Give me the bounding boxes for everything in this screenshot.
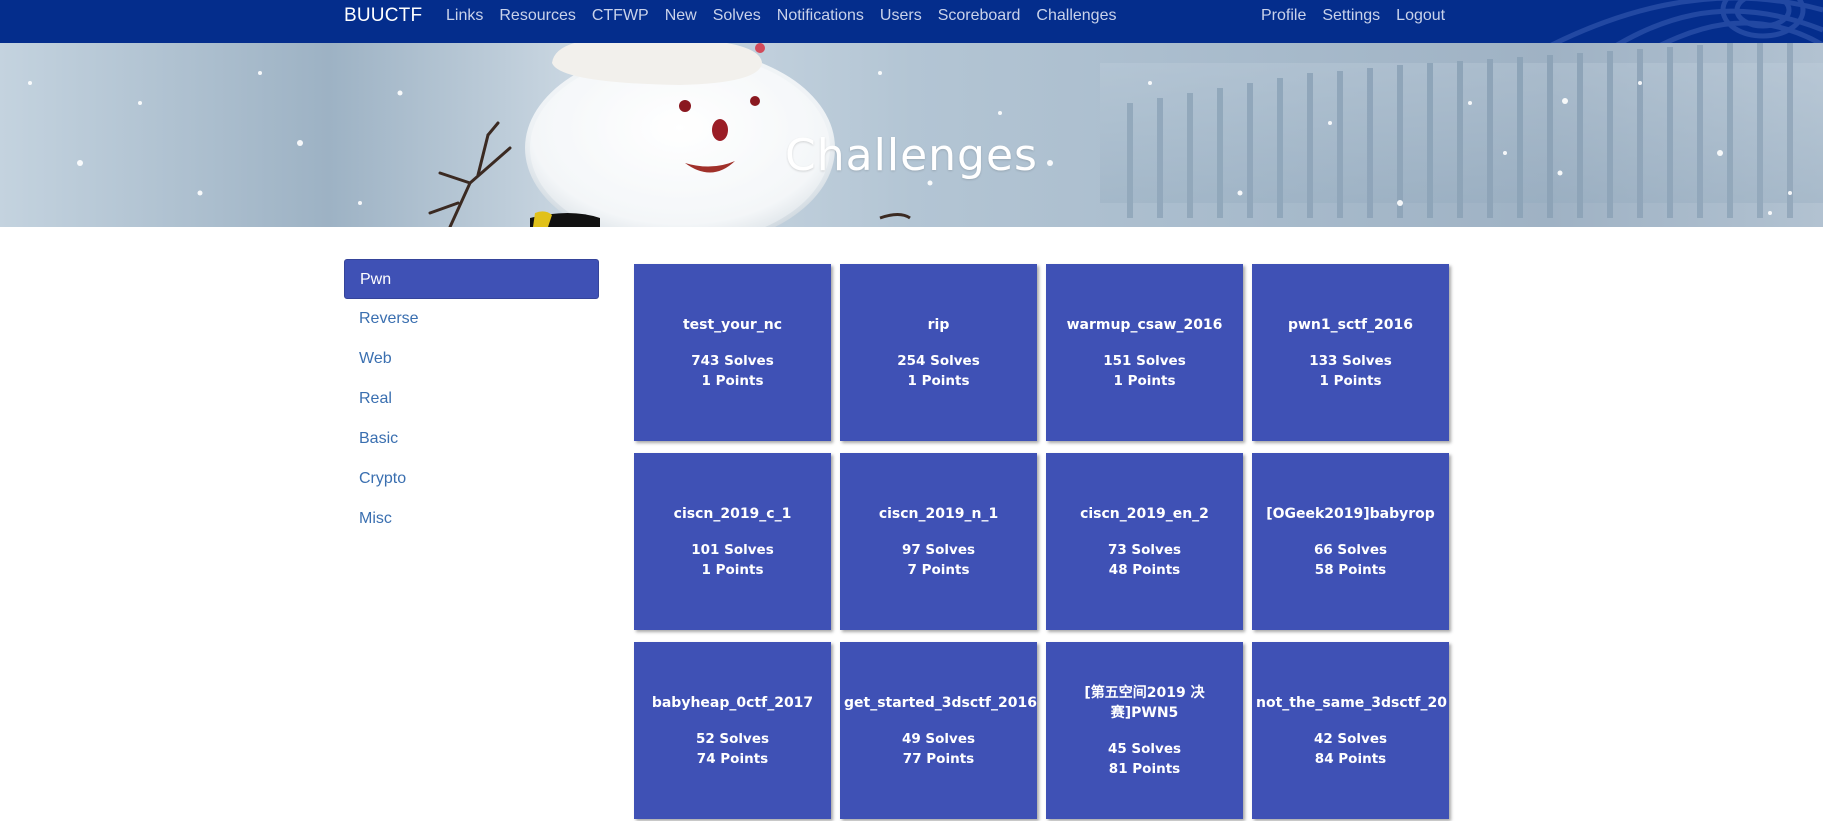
- challenge-card[interactable]: ciscn_2019_n_1 97 Solves 7 Points: [840, 453, 1037, 630]
- category-reverse[interactable]: Reverse: [344, 299, 599, 339]
- nav-link-solves[interactable]: Solves: [713, 8, 761, 24]
- category-pwn[interactable]: Pwn: [344, 259, 599, 299]
- challenge-name: test_your_nc: [682, 316, 783, 333]
- category-web[interactable]: Web: [344, 339, 599, 379]
- challenge-name: babyheap_0ctf_2017: [651, 694, 814, 711]
- challenge-solves: 73 Solves: [1107, 541, 1182, 558]
- challenge-solves: 66 Solves: [1313, 541, 1388, 558]
- nav-link-links[interactable]: Links: [446, 8, 483, 24]
- nav-link-notifications[interactable]: Notifications: [777, 8, 864, 24]
- nav-link-profile[interactable]: Profile: [1261, 8, 1306, 24]
- challenge-card[interactable]: ciscn_2019_c_1 101 Solves 1 Points: [634, 453, 831, 630]
- challenge-points: 48 Points: [1108, 561, 1181, 578]
- challenge-card[interactable]: [第五空间2019 决赛]PWN5 45 Solves 81 Points: [1046, 642, 1243, 819]
- challenge-solves: 151 Solves: [1103, 352, 1186, 369]
- challenge-solves: 101 Solves: [691, 541, 774, 558]
- challenge-card[interactable]: pwn1_sctf_2016 133 Solves 1 Points: [1252, 264, 1449, 441]
- category-basic[interactable]: Basic: [344, 419, 599, 459]
- challenge-grid: test_your_nc 743 Solves 1 Points rip 254…: [634, 264, 1449, 819]
- category-real[interactable]: Real: [344, 379, 599, 419]
- challenge-points: 1 Points: [1113, 372, 1176, 389]
- challenge-points: 1 Points: [701, 372, 764, 389]
- category-crypto[interactable]: Crypto: [344, 459, 599, 499]
- challenge-card[interactable]: test_your_nc 743 Solves 1 Points: [634, 264, 831, 441]
- challenge-name: rip: [927, 316, 950, 333]
- nav-link-scoreboard[interactable]: Scoreboard: [938, 8, 1021, 24]
- challenge-points: 7 Points: [907, 561, 970, 578]
- challenge-points: 77 Points: [902, 750, 975, 767]
- category-misc[interactable]: Misc: [344, 499, 599, 539]
- nav-link-logout[interactable]: Logout: [1396, 8, 1445, 24]
- nav-link-users[interactable]: Users: [880, 8, 922, 24]
- nav-link-new[interactable]: New: [665, 8, 697, 24]
- nav-link-ctfwp[interactable]: CTFWP: [592, 8, 649, 24]
- challenge-solves: 743 Solves: [691, 352, 774, 369]
- challenge-name: ciscn_2019_n_1: [878, 505, 999, 522]
- challenge-name: [第五空间2019 决赛]PWN5: [1084, 684, 1205, 721]
- challenge-card[interactable]: rip 254 Solves 1 Points: [840, 264, 1037, 441]
- challenge-points: 1 Points: [1319, 372, 1382, 389]
- challenge-card[interactable]: not_the_same_3dsctf_20 42 Solves 84 Poin…: [1252, 642, 1449, 819]
- challenge-name: warmup_csaw_2016: [1066, 316, 1223, 333]
- challenge-card[interactable]: get_started_3dsctf_2016 49 Solves 77 Poi…: [840, 642, 1037, 819]
- challenge-name: get_started_3dsctf_2016: [844, 694, 1037, 711]
- challenge-solves: 97 Solves: [901, 541, 976, 558]
- challenge-name: not_the_same_3dsctf_20: [1256, 694, 1447, 711]
- challenge-card[interactable]: warmup_csaw_2016 151 Solves 1 Points: [1046, 264, 1243, 441]
- challenge-points: 81 Points: [1108, 760, 1181, 777]
- challenge-points: 1 Points: [701, 561, 764, 578]
- hero-banner: Challenges: [0, 43, 1823, 227]
- challenge-points: 74 Points: [696, 750, 769, 767]
- nav-link-resources[interactable]: Resources: [499, 8, 575, 24]
- nav-right-links: Profile Settings Logout: [1261, 8, 1461, 24]
- nav-link-settings[interactable]: Settings: [1322, 8, 1380, 24]
- challenge-points: 58 Points: [1314, 561, 1387, 578]
- challenge-name: ciscn_2019_c_1: [673, 505, 792, 522]
- nav-link-challenges[interactable]: Challenges: [1036, 8, 1116, 24]
- challenge-solves: 42 Solves: [1313, 730, 1388, 747]
- challenge-points: 1 Points: [907, 372, 970, 389]
- challenge-solves: 133 Solves: [1309, 352, 1392, 369]
- challenge-solves: 254 Solves: [897, 352, 980, 369]
- challenge-card[interactable]: [OGeek2019]babyrop 66 Solves 58 Points: [1252, 453, 1449, 630]
- challenge-name: [OGeek2019]babyrop: [1266, 505, 1435, 522]
- challenge-solves: 49 Solves: [901, 730, 976, 747]
- challenge-points: 84 Points: [1314, 750, 1387, 767]
- challenge-solves: 52 Solves: [695, 730, 770, 747]
- top-navbar: BUUCTF Links Resources CTFWP New Solves …: [0, 0, 1823, 43]
- nav-left-links: Links Resources CTFWP New Solves Notific…: [446, 8, 1132, 24]
- challenge-name: pwn1_sctf_2016: [1287, 316, 1414, 333]
- brand-logo[interactable]: BUUCTF: [344, 6, 422, 25]
- challenge-solves: 45 Solves: [1107, 740, 1182, 757]
- challenge-card[interactable]: ciscn_2019_en_2 73 Solves 48 Points: [1046, 453, 1243, 630]
- challenge-name: ciscn_2019_en_2: [1080, 505, 1209, 522]
- page-title: Challenges: [785, 130, 1038, 182]
- category-sidebar: Pwn Reverse Web Real Basic Crypto Misc: [344, 259, 599, 539]
- challenge-card[interactable]: babyheap_0ctf_2017 52 Solves 74 Points: [634, 642, 831, 819]
